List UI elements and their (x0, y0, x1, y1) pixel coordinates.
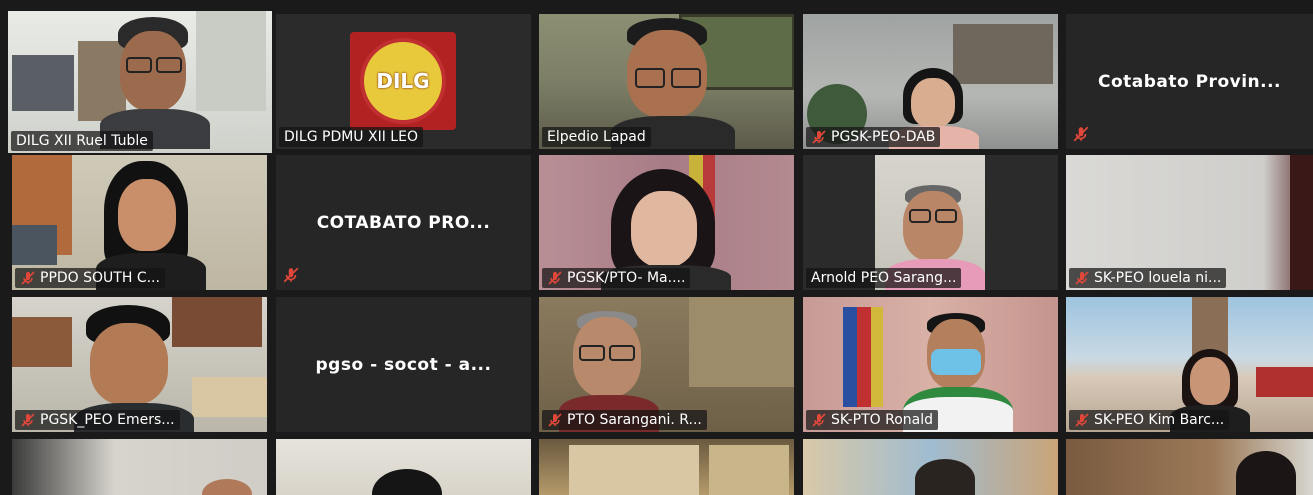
participant-name-label: PGSK_PEO Emers... (15, 410, 180, 430)
mic-muted-icon (548, 271, 562, 285)
participant-name-label: DILG PDMU XII LEO (279, 127, 423, 147)
participant-name: PTO Sarangani. R... (567, 412, 702, 428)
participant-name-label: PPDO SOUTH C... (15, 268, 165, 288)
participant-tile[interactable]: SK-PEO Kim Barc... (1066, 297, 1313, 432)
participant-tile[interactable]: PGSK_PEO Emers... (12, 297, 267, 432)
mic-muted-icon (1075, 271, 1089, 285)
participant-name-label: PTO Sarangani. R... (542, 410, 707, 430)
mic-muted-icon (21, 413, 35, 427)
participant-tile[interactable]: SK-PEO louela ni... (1066, 155, 1313, 290)
participant-name: Elpedio Lapad (547, 129, 646, 145)
participant-tile[interactable]: Cotabato Provin... (1066, 14, 1313, 149)
participant-name: Arnold PEO Sarang... (811, 270, 957, 286)
participant-name-label: Elpedio Lapad (542, 127, 651, 147)
mic-muted-icon (812, 130, 826, 144)
participant-name-label: DILG XII Ruel Tuble (11, 131, 153, 151)
participant-name-label: PGSK-PEO-DAB (806, 127, 941, 147)
video-feed (276, 439, 531, 495)
participant-name-label: SK-PEO louela ni... (1069, 268, 1227, 288)
mic-muted-icon (1075, 413, 1089, 427)
video-feed (1066, 439, 1313, 495)
mic-muted-icon (21, 271, 35, 285)
participant-name: SK-PEO louela ni... (1094, 270, 1222, 286)
participant-tile[interactable]: PGSK/PTO- Ma.... (539, 155, 794, 290)
participant-tile[interactable] (12, 439, 267, 495)
video-grid: DILG XII Ruel Tuble DILG DILG PDMU XII L… (0, 0, 1313, 495)
participant-tile[interactable]: PPDO SOUTH C... (12, 155, 267, 290)
participant-name-display: pgso - socot - a... (315, 354, 492, 375)
video-feed (12, 439, 267, 495)
participant-tile[interactable]: pgso - socot - a... (276, 297, 531, 432)
participant-name-display: Cotabato Provin... (1097, 71, 1282, 92)
participant-tile[interactable]: Elpedio Lapad (539, 14, 794, 149)
participant-tile[interactable] (539, 439, 794, 495)
video-feed (803, 439, 1058, 495)
participant-tile[interactable]: PTO Sarangani. R... (539, 297, 794, 432)
participant-tile[interactable] (803, 439, 1058, 495)
participant-tile[interactable]: DILG DILG PDMU XII LEO (276, 14, 531, 149)
participant-name-display: COTABATO PRO... (316, 212, 491, 233)
participant-name: DILG XII Ruel Tuble (16, 133, 148, 149)
dilg-logo: DILG (350, 32, 456, 130)
participant-name: SK-PEO Kim Barc... (1094, 412, 1225, 428)
participant-tile[interactable]: PGSK-PEO-DAB (803, 14, 1058, 149)
participant-tile[interactable]: Arnold PEO Sarang... (803, 155, 1058, 290)
participant-tile[interactable] (1066, 439, 1313, 495)
participant-name: PGSK/PTO- Ma.... (567, 270, 686, 286)
participant-tile[interactable]: SK-PTO Ronald (803, 297, 1058, 432)
mic-muted-icon (283, 267, 299, 283)
mic-muted-icon (548, 413, 562, 427)
participant-name-label: SK-PTO Ronald (806, 410, 939, 430)
video-feed (539, 439, 794, 495)
participant-name-label: PGSK/PTO- Ma.... (542, 268, 691, 288)
participant-name-label: Arnold PEO Sarang... (806, 268, 962, 288)
participant-name: DILG PDMU XII LEO (284, 129, 418, 145)
participant-name: SK-PTO Ronald (831, 412, 934, 428)
participant-tile[interactable]: DILG XII Ruel Tuble (8, 11, 272, 153)
participant-name-label: SK-PEO Kim Barc... (1069, 410, 1230, 430)
participant-name: PPDO SOUTH C... (40, 270, 160, 286)
mic-muted-icon (1073, 126, 1089, 142)
participant-name: PGSK-PEO-DAB (831, 129, 936, 145)
participant-name: PGSK_PEO Emers... (40, 412, 175, 428)
logo-text: DILG (376, 69, 430, 93)
participant-tile[interactable]: COTABATO PRO... (276, 155, 531, 290)
mic-muted-icon (812, 413, 826, 427)
participant-tile[interactable] (276, 439, 531, 495)
